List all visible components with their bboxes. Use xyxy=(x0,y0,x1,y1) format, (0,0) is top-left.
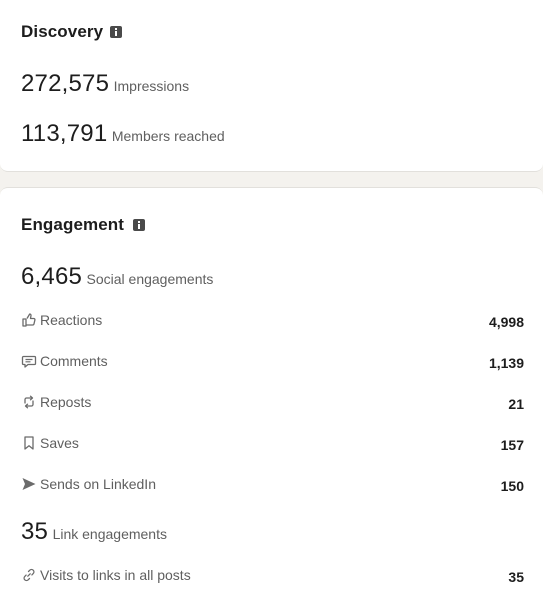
repost-icon xyxy=(21,394,37,410)
engagement-row-saves: Saves 157 xyxy=(0,433,543,457)
engagement-card: Engagement 6,465 Social engagements Reac… xyxy=(0,187,543,607)
comments-label: Comments xyxy=(40,353,108,369)
link-engagements-label: Link engagements xyxy=(52,526,167,542)
impressions-value: 272,575 xyxy=(21,70,110,97)
reposts-value: 21 xyxy=(508,396,524,412)
sends-label: Sends on LinkedIn xyxy=(40,476,156,492)
engagement-title: Engagement xyxy=(21,215,125,234)
reactions-label: Reactions xyxy=(40,312,103,328)
comments-value: 1,139 xyxy=(488,355,524,371)
discovery-card: Discovery 272,575 Impressions 113,791 Me… xyxy=(0,0,543,172)
impressions-metric: 272,575 Impressions xyxy=(21,70,189,98)
bookmark-icon xyxy=(21,435,37,451)
social-engagements-metric: 6,465 Social engagements xyxy=(21,263,213,291)
members-reached-value: 113,791 xyxy=(21,120,108,147)
link-visits-label: Visits to links in all posts xyxy=(40,567,191,583)
thumbs-up-icon xyxy=(21,312,37,328)
social-engagements-label: Social engagements xyxy=(86,271,214,287)
info-icon[interactable] xyxy=(133,219,145,231)
link-engagements-value: 35 xyxy=(21,518,49,545)
engagement-row-reposts: Reposts 21 xyxy=(0,392,543,416)
engagement-row-comments: Comments 1,139 xyxy=(0,351,543,375)
sends-value: 150 xyxy=(500,478,524,494)
members-reached-label: Members reached xyxy=(111,128,225,144)
send-icon xyxy=(21,476,37,492)
engagement-row-sends: Sends on LinkedIn 150 xyxy=(0,474,543,498)
link-icon xyxy=(21,567,37,583)
engagement-row-link-visits: Visits to links in all posts 35 xyxy=(0,565,543,589)
link-visits-value: 35 xyxy=(508,569,524,585)
social-engagements-value: 6,465 xyxy=(21,263,83,290)
members-reached-metric: 113,791 Members reached xyxy=(21,120,225,148)
saves-label: Saves xyxy=(40,435,79,451)
link-engagements-metric: 35 Link engagements xyxy=(21,518,167,546)
discovery-title: Discovery xyxy=(21,22,104,41)
comment-icon xyxy=(21,353,37,369)
engagement-row-reactions: Reactions 4,998 xyxy=(0,310,543,334)
impressions-label: Impressions xyxy=(113,78,190,94)
reposts-label: Reposts xyxy=(40,394,92,410)
reactions-value: 4,998 xyxy=(488,314,524,330)
info-icon[interactable] xyxy=(110,26,122,38)
saves-value: 157 xyxy=(500,437,524,453)
